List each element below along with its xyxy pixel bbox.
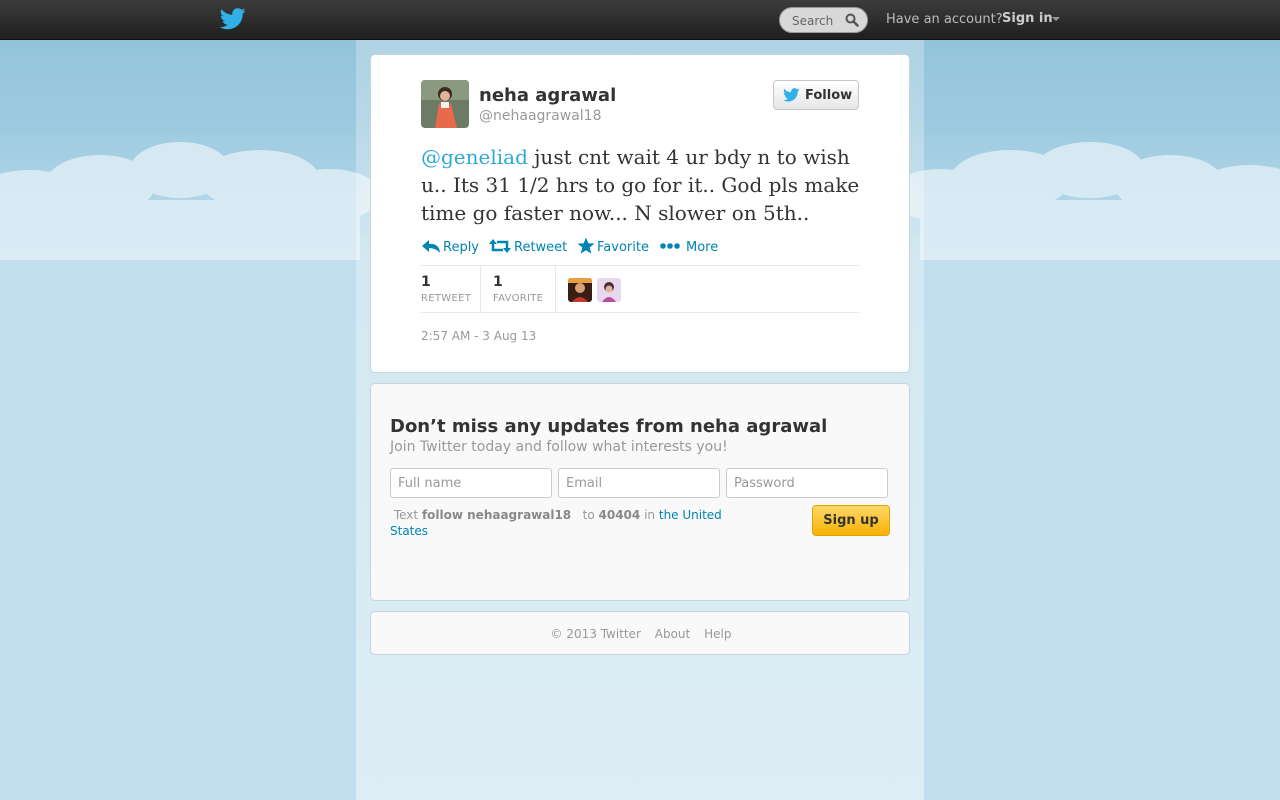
avatar[interactable] bbox=[421, 80, 469, 128]
retweet-action[interactable]: Retweet bbox=[489, 237, 569, 257]
favorite-label: Favorite bbox=[597, 240, 649, 255]
search-placeholder: Search bbox=[792, 14, 834, 28]
sign-up-button[interactable]: Sign up bbox=[812, 505, 890, 536]
user-screen-name[interactable]: @nehaagrawal18 bbox=[479, 108, 601, 124]
favoriter-avatar[interactable] bbox=[597, 278, 621, 302]
star-icon bbox=[577, 237, 595, 254]
more-action[interactable]: More bbox=[660, 237, 720, 257]
copyright-text: © 2013 Twitter bbox=[550, 627, 641, 641]
more-label: More bbox=[686, 240, 719, 255]
reply-icon bbox=[422, 240, 440, 253]
reply-label: Reply bbox=[443, 240, 480, 255]
signup-card: Don’t miss any updates from neha agrawal… bbox=[370, 383, 910, 601]
sms-number: 40404 bbox=[598, 508, 641, 522]
twitter-bird-icon bbox=[783, 88, 800, 102]
stat-divider bbox=[480, 266, 481, 312]
favorite-stat[interactable]: 1 FAVORITE bbox=[493, 266, 555, 312]
tweet-card: neha agrawal @nehaagrawal18 Follow @gene… bbox=[370, 54, 910, 373]
about-link[interactable]: About bbox=[655, 627, 690, 641]
follow-button-label: Follow bbox=[805, 88, 853, 103]
signup-subtitle: Join Twitter today and follow what inter… bbox=[390, 439, 728, 455]
signup-title: Don’t miss any updates from neha agrawal bbox=[390, 416, 828, 437]
retweet-stat[interactable]: 1 RETWEET bbox=[421, 266, 479, 312]
full-name-field[interactable] bbox=[390, 468, 552, 498]
stat-divider bbox=[555, 266, 556, 312]
search-box[interactable]: Search bbox=[779, 7, 868, 33]
email-field[interactable] bbox=[558, 468, 720, 498]
sms-in-label: in bbox=[644, 508, 656, 522]
retweeter-avatar[interactable] bbox=[568, 278, 592, 302]
tweet-text: @geneliad just cnt wait 4 ur bdy n to wi… bbox=[421, 143, 871, 227]
footer: © 2013 Twitter About Help bbox=[370, 611, 910, 655]
tweet-timestamp[interactable]: 2:57 AM - 3 Aug 13 bbox=[421, 329, 536, 343]
sms-command: follow nehaagrawal18 bbox=[421, 508, 572, 522]
mention-link[interactable]: @geneliad bbox=[421, 145, 528, 169]
sign-in-link[interactable]: Sign in bbox=[1002, 11, 1053, 26]
follow-button[interactable]: Follow bbox=[773, 80, 859, 110]
tweet-stats: 1 RETWEET 1 FAVORITE bbox=[421, 265, 859, 313]
twitter-bird-logo-icon[interactable] bbox=[220, 8, 246, 30]
retweet-label: Retweet bbox=[514, 240, 568, 255]
chevron-down-icon[interactable] bbox=[1052, 17, 1060, 21]
search-icon[interactable] bbox=[845, 13, 859, 27]
retweet-count: 1 bbox=[421, 274, 431, 290]
footer-links: © 2013 Twitter About Help bbox=[371, 627, 911, 641]
more-dots-icon bbox=[660, 243, 680, 249]
favorite-stat-label: FAVORITE bbox=[493, 293, 544, 304]
sms-follow-text: Text follow nehaagrawal18 to 40404 in th… bbox=[390, 507, 740, 539]
favorite-count: 1 bbox=[493, 274, 503, 290]
help-link[interactable]: Help bbox=[704, 627, 731, 641]
sms-to-label: to bbox=[582, 508, 595, 522]
user-full-name[interactable]: neha agrawal bbox=[479, 85, 616, 106]
have-account-text: Have an account? bbox=[886, 12, 1003, 27]
sms-text-label: Text bbox=[393, 508, 419, 522]
retweet-icon bbox=[489, 239, 511, 253]
retweet-stat-label: RETWEET bbox=[421, 293, 472, 304]
password-field[interactable] bbox=[726, 468, 888, 498]
reply-action[interactable]: Reply bbox=[421, 237, 481, 257]
favorite-action[interactable]: Favorite bbox=[577, 237, 653, 257]
top-navigation-bar: Search Have an account? Sign in bbox=[0, 0, 1280, 40]
